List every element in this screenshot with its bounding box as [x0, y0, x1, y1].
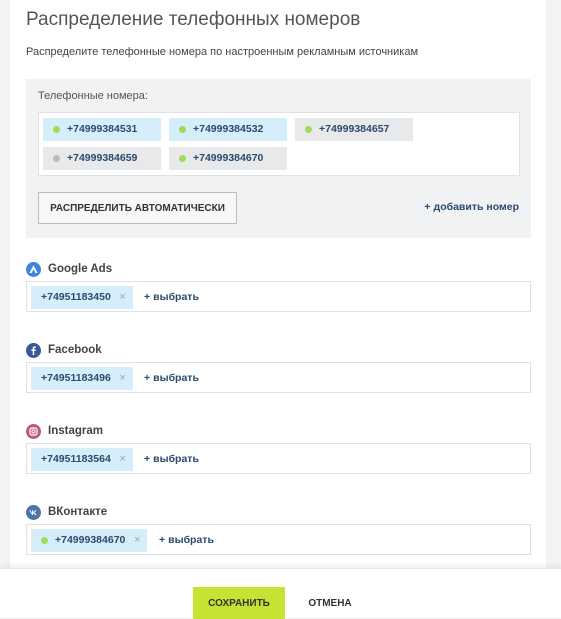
- assigned-number: +74951183564: [41, 453, 111, 465]
- page-subtitle: Распределите телефонные номера по настро…: [26, 46, 419, 58]
- phone-chip[interactable]: +74999384531: [43, 118, 161, 141]
- phone-number: +74999384670: [193, 152, 264, 164]
- select-label: выбрать: [153, 291, 199, 303]
- assigned-number-chip: +74951183564 ×: [31, 448, 133, 471]
- source-header: Facebook: [26, 342, 102, 358]
- phone-numbers-label: Телефонные номера:: [38, 90, 148, 102]
- assigned-number-chip: +74999384670 ×: [31, 529, 148, 552]
- vk-icon: [26, 504, 41, 520]
- plus-icon: +: [144, 291, 151, 303]
- remove-icon[interactable]: ×: [119, 367, 125, 390]
- source-numbers-box: +74951183450 × + выбрать: [26, 281, 531, 312]
- select-label: выбрать: [153, 453, 199, 465]
- auto-distribute-button[interactable]: РАСПРЕДЕЛИТЬ АВТОМАТИЧЕСКИ: [38, 192, 237, 224]
- status-dot-icon: [179, 126, 186, 133]
- status-dot-icon: [41, 537, 48, 544]
- remove-icon[interactable]: ×: [119, 286, 125, 309]
- plus-icon: +: [159, 534, 166, 546]
- assigned-number: +74951183496: [41, 372, 111, 384]
- assigned-number-chip: +74951183450 ×: [31, 286, 133, 309]
- phone-numbers-section: Телефонные номера: +74999384531 +7499938…: [26, 79, 531, 238]
- select-number-link[interactable]: + выбрать: [159, 529, 214, 552]
- source-name: ВКонтакте: [48, 506, 108, 518]
- add-number-label: добавить номер: [433, 201, 519, 213]
- cancel-button[interactable]: ОТМЕНА: [300, 587, 360, 619]
- plus-icon: +: [144, 453, 151, 465]
- source-header: Google Ads: [26, 261, 112, 277]
- plus-icon: +: [424, 201, 431, 213]
- distribution-panel: Распределение телефонных номеров Распред…: [10, 0, 546, 618]
- select-label: выбрать: [153, 372, 199, 384]
- footer-bar: СОХРАНИТЬ ОТМЕНА: [0, 568, 561, 619]
- phone-chip[interactable]: +74999384670: [169, 147, 287, 170]
- source-name: Google Ads: [48, 263, 113, 275]
- source-numbers-box: +74999384670 × + выбрать: [26, 524, 531, 555]
- source-numbers-box: +74951183496 × + выбрать: [26, 362, 531, 393]
- status-dot-icon: [53, 155, 60, 162]
- select-number-link[interactable]: + выбрать: [144, 286, 199, 309]
- select-number-link[interactable]: + выбрать: [144, 448, 199, 471]
- remove-icon[interactable]: ×: [119, 448, 125, 471]
- status-dot-icon: [53, 126, 60, 133]
- phone-numbers-list: +74999384531 +74999384532 +74999384657 +…: [38, 112, 520, 176]
- phone-chip[interactable]: +74999384657: [295, 118, 413, 141]
- phone-number: +74999384657: [319, 123, 390, 135]
- phone-number: +74999384531: [67, 123, 138, 135]
- add-number-link[interactable]: + добавить номер: [424, 201, 519, 213]
- phone-chip[interactable]: +74999384532: [169, 118, 287, 141]
- assigned-number: +74951183450: [41, 291, 111, 303]
- assigned-number: +74999384670: [55, 534, 126, 546]
- phone-chip[interactable]: +74999384659: [43, 147, 161, 170]
- plus-icon: +: [144, 372, 151, 384]
- page-title: Распределение телефонных номеров: [26, 9, 361, 30]
- assigned-number-chip: +74951183496 ×: [31, 367, 133, 390]
- source-header: ВКонтакте: [26, 504, 107, 520]
- google-ads-icon: [26, 261, 41, 277]
- status-dot-icon: [179, 155, 186, 162]
- status-dot-icon: [305, 126, 312, 133]
- remove-icon[interactable]: ×: [134, 529, 140, 552]
- source-numbers-box: +74951183564 × + выбрать: [26, 443, 531, 474]
- select-label: выбрать: [168, 534, 214, 546]
- source-header: Instagram: [26, 423, 103, 439]
- save-button[interactable]: СОХРАНИТЬ: [193, 587, 285, 619]
- phone-number: +74999384659: [67, 152, 138, 164]
- phone-number: +74999384532: [193, 123, 264, 135]
- select-number-link[interactable]: + выбрать: [144, 367, 199, 390]
- instagram-icon: [26, 423, 41, 439]
- source-name: Facebook: [48, 344, 102, 356]
- facebook-icon: [26, 342, 41, 358]
- source-name: Instagram: [48, 425, 103, 437]
